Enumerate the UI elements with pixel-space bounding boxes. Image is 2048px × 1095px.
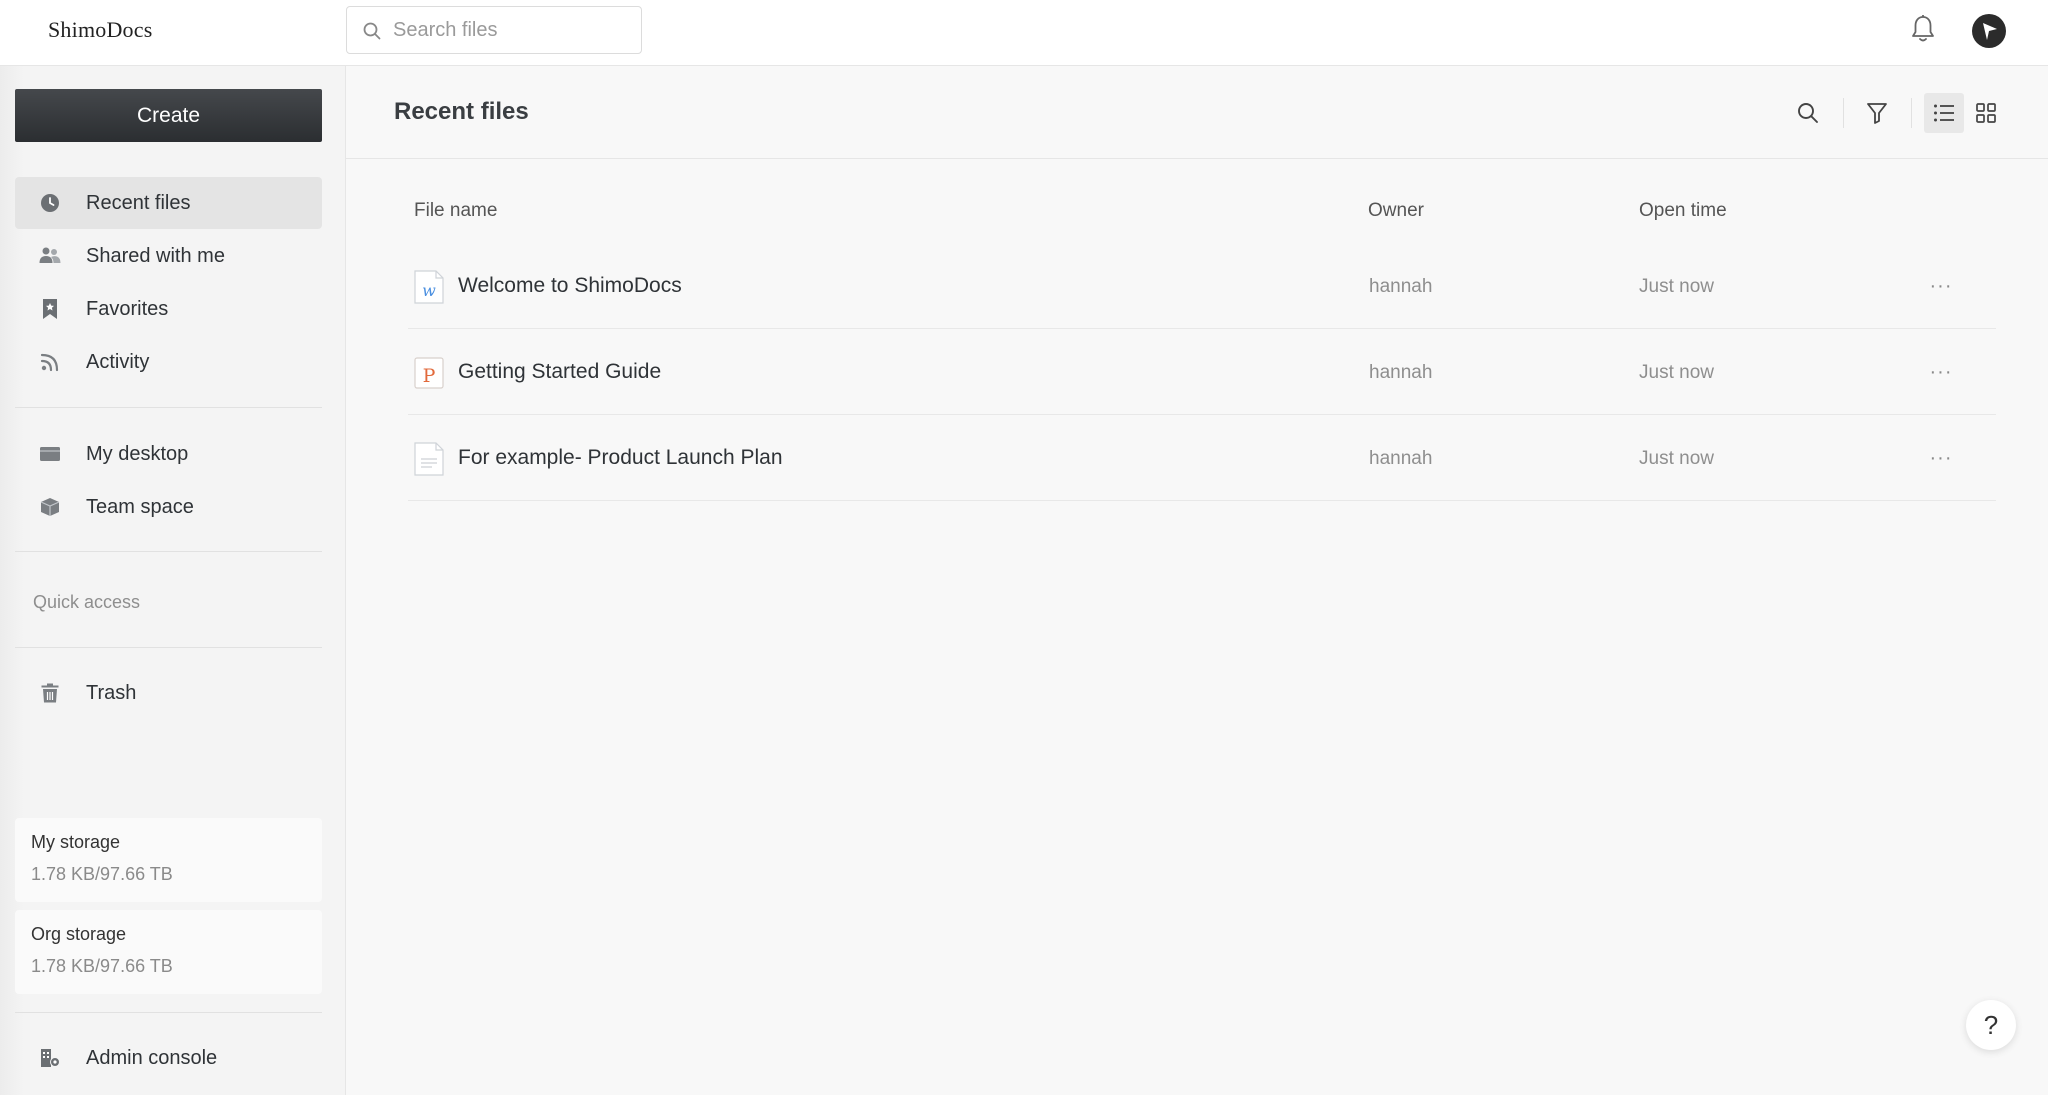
storage-value: 1.78 KB/97.66 TB [31,956,173,976]
header-divider [346,158,2048,159]
sidebar-divider [15,1012,322,1013]
sidebar-item-label: Trash [86,681,137,704]
search-box[interactable] [346,6,642,54]
file-open-time: Just now [1639,276,1714,297]
search-icon [363,22,381,40]
sidebar-item-trash[interactable]: Trash [15,667,322,719]
svg-text:P: P [423,365,436,387]
file-row[interactable]: For example- Product Launch Plan hannah … [408,415,1996,501]
top-bar: ShimoDocs [0,0,2048,66]
user-avatar[interactable] [1972,14,2006,48]
search-input[interactable] [393,7,633,53]
svg-text:w: w [422,281,436,300]
file-open-time: Just now [1639,362,1714,383]
sidebar-item-label: My desktop [86,442,189,465]
storage-title: My storage [31,832,121,852]
search-files-button[interactable] [1788,93,1828,133]
bookmark-icon [39,298,61,320]
page-title: Recent files [394,98,529,125]
help-button[interactable]: ? [1966,1000,2016,1050]
filter-icon [1867,103,1887,124]
column-header-file-name[interactable]: File name [414,200,497,222]
rss-icon [39,351,61,373]
sidebar-divider [15,551,322,552]
file-owner: hannah [1369,276,1433,297]
sidebar-item-shared-with-me[interactable]: Shared with me [15,230,322,282]
my-storage-card: My storage 1.78 KB/97.66 TB [15,818,322,902]
toolbar-separator [1911,98,1912,128]
document-icon [414,442,444,476]
more-actions-button[interactable]: ··· [1916,269,1966,303]
column-header-open-time[interactable]: Open time [1639,200,1727,222]
sidebar-item-label: Team space [86,495,194,518]
sidebar-item-admin-console[interactable]: Admin console [15,1032,322,1084]
grid-view-icon [1976,103,1996,123]
file-name[interactable]: Getting Started Guide [458,360,661,384]
sidebar-item-label: Activity [86,350,150,373]
sidebar: Create Recent files Shared with me Favor… [0,66,346,1095]
desktop-icon [39,443,61,465]
org-storage-card: Org storage 1.78 KB/97.66 TB [15,910,322,994]
sidebar-item-label: Admin console [86,1046,218,1069]
notification-bell-icon[interactable] [1910,14,1936,49]
file-open-time: Just now [1639,448,1714,469]
column-header-owner[interactable]: Owner [1368,200,1424,222]
sidebar-item-label: Shared with me [86,244,225,267]
filter-button[interactable] [1857,93,1897,133]
file-owner: hannah [1369,362,1433,383]
storage-title: Org storage [31,924,127,944]
sidebar-item-label: Recent files [86,191,191,214]
sidebar-item-my-desktop[interactable]: My desktop [15,428,322,480]
file-name[interactable]: For example- Product Launch Plan [458,446,783,470]
search-icon [1798,103,1818,123]
file-row[interactable]: P Getting Started Guide hannah Just now … [408,329,1996,415]
sidebar-item-recent-files[interactable]: Recent files [15,177,322,229]
quick-access-label: Quick access [33,592,141,612]
sidebar-item-activity[interactable]: Activity [15,336,322,388]
people-icon [39,245,61,267]
sidebar-divider [15,407,322,408]
sidebar-item-label: Favorites [86,297,169,320]
file-row[interactable]: w Welcome to ShimoDocs hannah Just now ·… [408,243,1996,329]
toolbar-separator [1843,98,1844,128]
more-actions-button[interactable]: ··· [1916,441,1966,475]
admin-building-icon [39,1047,61,1069]
storage-value: 1.78 KB/97.66 TB [31,864,173,884]
sidebar-item-favorites[interactable]: Favorites [15,283,322,335]
word-doc-icon: w [414,270,444,304]
sidebar-item-team-space[interactable]: Team space [15,481,322,533]
trash-icon [39,682,61,704]
presentation-icon: P [414,357,444,389]
create-button[interactable]: Create [15,89,322,142]
sidebar-divider [15,647,322,648]
file-name[interactable]: Welcome to ShimoDocs [458,274,682,298]
file-owner: hannah [1369,448,1433,469]
clock-icon [39,192,61,214]
list-view-button[interactable] [1924,93,1964,133]
app-logo[interactable]: ShimoDocs [48,17,152,43]
cube-icon [39,496,61,518]
grid-view-button[interactable] [1966,93,2006,133]
list-view-icon [1934,104,1954,122]
more-actions-button[interactable]: ··· [1916,355,1966,389]
